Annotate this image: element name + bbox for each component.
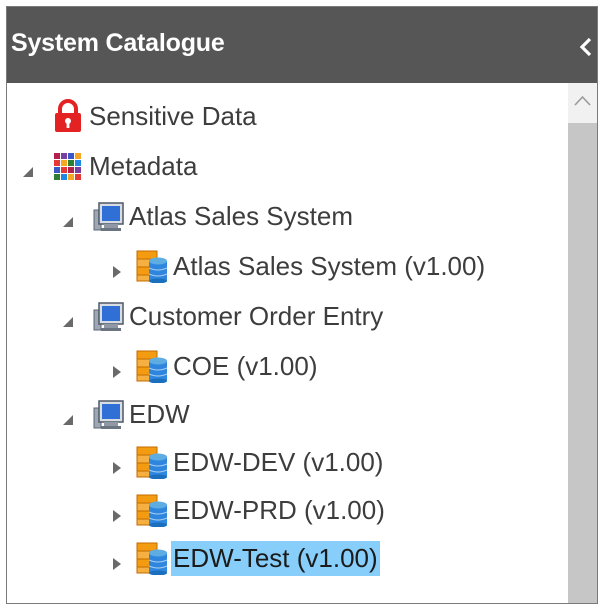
- expanded-arrow-icon[interactable]: [61, 215, 75, 229]
- expanded-arrow-icon[interactable]: [61, 315, 75, 329]
- tree-node-atlas-sales-system[interactable]: Atlas Sales System: [91, 197, 355, 235]
- collapse-panel-icon[interactable]: [579, 37, 593, 57]
- tree-node-edw-test-model[interactable]: EDW-Test (v1.00): [135, 539, 380, 577]
- computer-icon: [91, 199, 125, 233]
- node-label: Atlas Sales System: [129, 200, 353, 231]
- vertical-scrollbar[interactable]: [568, 83, 597, 603]
- collapsed-arrow-icon[interactable]: [110, 509, 124, 523]
- node-label: COE (v1.00): [173, 350, 318, 381]
- panel-header: System Catalogue: [7, 7, 597, 83]
- tree-node-coe-model[interactable]: COE (v1.00): [135, 347, 320, 385]
- tree-node-edw-dev-model[interactable]: EDW-DEV (v1.00): [135, 443, 385, 481]
- node-label: EDW-PRD (v1.00): [173, 494, 385, 525]
- expanded-arrow-icon[interactable]: [61, 413, 75, 427]
- padlock-icon: [51, 99, 85, 133]
- node-label: Customer Order Entry: [129, 300, 384, 331]
- collapsed-arrow-icon[interactable]: [110, 265, 124, 279]
- tree-node-edw[interactable]: EDW: [91, 395, 192, 433]
- node-label: EDW: [129, 398, 190, 429]
- tree-node-sensitive-data[interactable]: Sensitive Data: [51, 97, 259, 135]
- node-label: Atlas Sales System (v1.00): [173, 250, 486, 281]
- computer-icon: [91, 397, 125, 431]
- node-label: EDW-DEV (v1.00): [173, 446, 384, 477]
- system-catalogue-panel: System Catalogue Sensitive Data Metadata…: [6, 6, 598, 604]
- database-model-icon: [135, 445, 169, 480]
- node-label: Metadata: [89, 150, 198, 181]
- tree-node-edw-prd-model[interactable]: EDW-PRD (v1.00): [135, 491, 387, 529]
- catalogue-tree: Sensitive Data Metadata Atlas Sales Syst…: [7, 83, 567, 603]
- node-label: Sensitive Data: [89, 100, 257, 131]
- expanded-arrow-icon[interactable]: [21, 165, 35, 179]
- collapsed-arrow-icon[interactable]: [110, 461, 124, 475]
- database-model-icon: [135, 249, 169, 284]
- database-model-icon: [135, 493, 169, 528]
- database-model-icon: [135, 541, 169, 576]
- tree-node-atlas-sales-model[interactable]: Atlas Sales System (v1.00): [135, 247, 487, 285]
- database-model-icon: [135, 349, 169, 384]
- panel-title: System Catalogue: [11, 29, 225, 57]
- node-label-selected: EDW-Test (v1.00): [171, 540, 380, 576]
- metadata-grid-icon: [51, 149, 85, 183]
- tree-node-metadata[interactable]: Metadata: [51, 147, 199, 185]
- collapsed-arrow-icon[interactable]: [110, 557, 124, 571]
- scroll-up-button[interactable]: [568, 83, 597, 123]
- collapsed-arrow-icon[interactable]: [110, 365, 124, 379]
- computer-icon: [91, 299, 125, 333]
- tree-node-customer-order-entry[interactable]: Customer Order Entry: [91, 297, 385, 335]
